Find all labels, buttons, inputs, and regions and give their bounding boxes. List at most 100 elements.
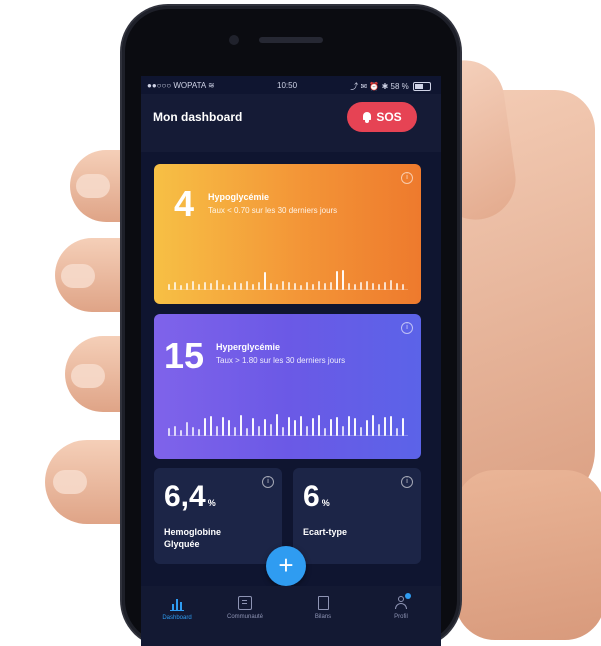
hypoglycemia-card[interactable]: i 4 Hypoglycémie Taux < 0.70 sur les 30 … — [154, 164, 421, 304]
tab-reports[interactable]: Bilans — [293, 596, 353, 620]
hypo-subtitle: Taux < 0.70 sur les 30 derniers jours — [208, 206, 338, 215]
sparkline-bar — [168, 428, 170, 436]
sparkline-bar — [288, 282, 290, 290]
sos-button[interactable]: SOS — [347, 102, 417, 132]
sparkline-bar — [234, 282, 236, 290]
hand-wrist — [455, 470, 601, 640]
add-entry-button[interactable]: + — [266, 546, 306, 586]
sparkline-bar — [258, 426, 260, 436]
sparkline-bar — [282, 281, 284, 290]
front-camera — [229, 35, 239, 45]
hba1c-card[interactable]: i 6,4% Hemoglobine Glyquée — [154, 468, 282, 564]
sparkline-bar — [390, 416, 392, 436]
sparkline-bar — [306, 426, 308, 436]
phone-device: ●●○○○ WOPATA ≋ 10:50 ⤴ ✉ ⏰ ✱ 58 % Mon da… — [122, 6, 460, 646]
sparkline-bar — [306, 282, 308, 290]
hypo-count: 4 — [174, 183, 195, 224]
sparkline-bar — [198, 284, 200, 290]
hyperglycemia-card[interactable]: i 15 Hyperglycémie Taux > 1.80 sur les 3… — [154, 314, 421, 459]
hba1c-label: Hemoglobine Glyquée — [164, 526, 264, 550]
tab-community-label: Communauté — [226, 614, 264, 620]
page-title: Mon dashboard — [153, 110, 243, 124]
stddev-value: 6 — [303, 480, 320, 513]
status-bar: ●●○○○ WOPATA ≋ 10:50 ⤴ ✉ ⏰ ✱ 58 % — [141, 76, 441, 94]
sparkline-bar — [270, 283, 272, 290]
sparkline-bar — [312, 284, 314, 290]
sparkline-bar — [228, 285, 230, 290]
sparkline-bar — [366, 420, 368, 436]
sparkline-bar — [324, 283, 326, 290]
sparkline-bar — [258, 282, 260, 290]
sparkline-bar — [336, 271, 338, 290]
sparkline-bar — [252, 284, 254, 290]
sparkline-bar — [384, 282, 386, 290]
stddev-card[interactable]: i 6% Ecart-type — [293, 468, 421, 564]
profile-icon — [394, 593, 411, 610]
sparkline-bar — [234, 427, 236, 436]
sparkline-bar — [396, 428, 398, 436]
sparkline-bar — [210, 283, 212, 290]
sparkline-bar — [312, 418, 314, 436]
sparkline-bar — [168, 284, 170, 290]
sparkline-bar — [204, 418, 206, 436]
app-screen: ●●○○○ WOPATA ≋ 10:50 ⤴ ✉ ⏰ ✱ 58 % Mon da… — [141, 76, 441, 646]
battery-icon — [413, 82, 431, 92]
status-indicators: ⤴ ✉ ⏰ ✱ 58 % — [350, 81, 431, 92]
sparkline-bar — [246, 428, 248, 436]
sparkline-bar — [174, 426, 176, 436]
carrier-signal: ●●○○○ WOPATA ≋ — [147, 81, 215, 90]
info-icon[interactable]: i — [262, 476, 274, 488]
sparkline-bar — [228, 420, 230, 436]
hyper-sparkline — [168, 410, 408, 436]
sparkline-bar — [240, 283, 242, 290]
sparkline-bar — [216, 426, 218, 436]
notification-dot — [405, 593, 411, 599]
hyper-subtitle: Taux > 1.80 sur les 30 derniers jours — [216, 356, 346, 365]
sparkline-bar — [240, 415, 242, 436]
tab-reports-label: Bilans — [314, 614, 332, 620]
tab-profile[interactable]: Profil — [371, 593, 431, 620]
report-icon — [317, 596, 329, 610]
hypo-title: Hypoglycémie — [208, 192, 270, 202]
hyper-count: 15 — [164, 335, 205, 376]
sparkline-bar — [294, 283, 296, 290]
sparkline-bar — [276, 414, 278, 436]
sparkline-bar — [192, 281, 194, 290]
sparkline-bar — [264, 272, 266, 290]
tab-dashboard-label: Dashboard — [162, 615, 192, 621]
sparkline-bar — [366, 281, 368, 290]
hba1c-label-line1: Hemoglobine — [164, 527, 222, 537]
community-icon — [238, 596, 252, 610]
info-icon[interactable]: i — [401, 172, 413, 184]
sparkline-bar — [402, 418, 404, 436]
sparkline-bar — [264, 419, 266, 436]
sparkline-bar — [384, 417, 386, 436]
stddev-unit: % — [321, 498, 330, 508]
sparkline-bar — [378, 284, 380, 290]
sparkline-bar — [222, 417, 224, 436]
sparkline-bar — [342, 270, 344, 290]
info-icon[interactable]: i — [401, 322, 413, 334]
sparkline-bar — [336, 417, 338, 436]
sparkline-bar — [204, 282, 206, 290]
hypo-sparkline — [168, 264, 408, 290]
sparkline-bar — [270, 424, 272, 436]
sparkline-bar — [330, 419, 332, 436]
sparkline-bar — [174, 282, 176, 290]
tab-community[interactable]: Communauté — [215, 596, 275, 620]
sparkline-bar — [360, 282, 362, 290]
tab-dashboard[interactable]: Dashboard — [147, 596, 207, 621]
stddev-label: Ecart-type — [303, 526, 403, 538]
sparkline-bar — [246, 281, 248, 290]
sparkline-bar — [282, 427, 284, 436]
bottom-nav: Dashboard Communauté Bilans Profil — [141, 586, 441, 646]
tab-profile-label: Profil — [394, 614, 408, 620]
hyper-title: Hyperglycémie — [216, 342, 281, 352]
sparkline-bar — [180, 285, 182, 290]
app-header: Mon dashboard SOS — [141, 94, 441, 152]
sparkline-bar — [396, 283, 398, 290]
sparkline-bar — [348, 416, 350, 436]
sparkline-bar — [324, 428, 326, 436]
bell-icon — [362, 111, 372, 123]
info-icon[interactable]: i — [401, 476, 413, 488]
